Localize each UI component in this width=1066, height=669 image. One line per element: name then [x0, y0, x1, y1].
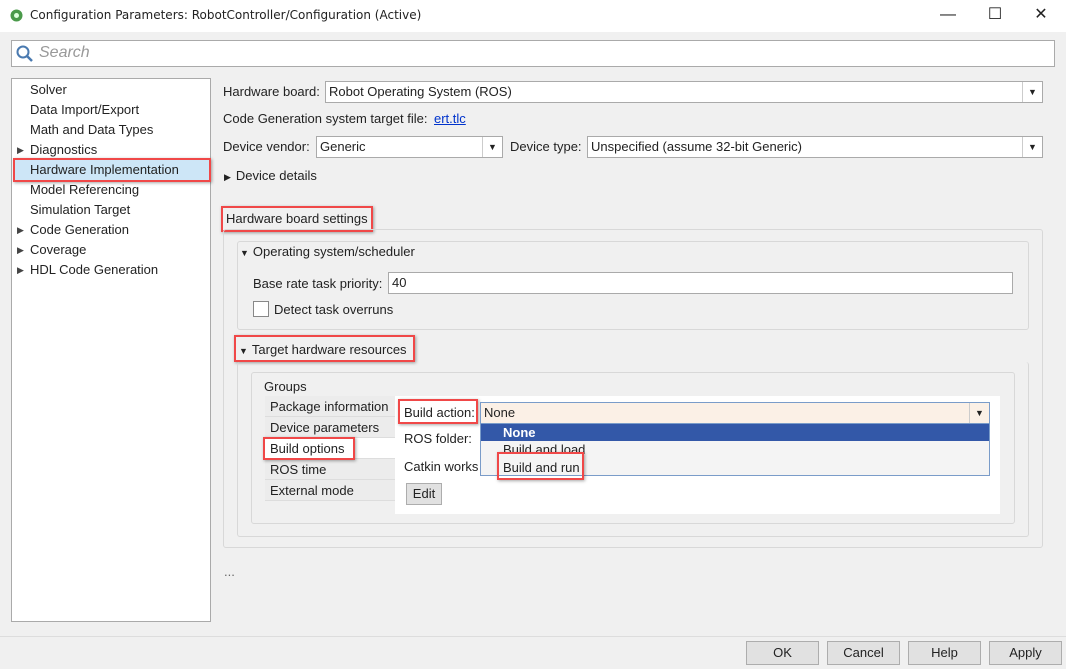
- codegen-label: Code Generation system target file:: [223, 111, 428, 126]
- os-scheduler-toggle[interactable]: ▼ Operating system/scheduler: [240, 244, 415, 259]
- tree-item-label: Coverage: [30, 242, 87, 257]
- tree-item-data-import-export[interactable]: Data Import/Export: [30, 100, 139, 120]
- select-value: Generic: [320, 139, 366, 154]
- expand-arrow-icon[interactable]: ▶: [17, 220, 24, 240]
- expand-arrow-icon[interactable]: ▶: [17, 240, 24, 260]
- group-label: ROS time: [270, 462, 327, 477]
- tree-item-model-referencing[interactable]: Model Referencing: [30, 180, 139, 200]
- select-value: Unspecified (assume 32-bit Generic): [591, 139, 802, 154]
- chevron-down-icon: ▼: [1022, 82, 1042, 102]
- groups-label: Groups: [264, 379, 307, 394]
- annotation-highlight: [497, 452, 584, 480]
- annotation-highlight: [263, 437, 355, 460]
- tree-item-label: Diagnostics: [30, 142, 98, 157]
- tree-item-label: Math and Data Types: [30, 122, 154, 137]
- build-action-select[interactable]: None ▼: [480, 402, 990, 424]
- apply-button[interactable]: Apply: [989, 641, 1062, 665]
- select-value: Robot Operating System (ROS): [329, 84, 512, 99]
- base-rate-label: Base rate task priority:: [253, 276, 383, 291]
- group-label: External mode: [270, 483, 354, 498]
- ellipsis: ...: [224, 564, 235, 579]
- annotation-highlight: [13, 158, 211, 182]
- expand-arrow-icon: ▶: [224, 172, 231, 182]
- tree-item-label: Simulation Target: [30, 202, 131, 217]
- footer-divider: [0, 636, 1066, 637]
- tree-item-simulation-target[interactable]: Simulation Target: [30, 200, 130, 220]
- catkin-workspace-label: Catkin works: [404, 459, 479, 474]
- device-vendor-label: Device vendor:: [223, 139, 310, 154]
- device-details-label: Device details: [235, 168, 317, 183]
- expand-arrow-icon[interactable]: ▶: [17, 260, 24, 280]
- device-type-label: Device type:: [510, 139, 582, 154]
- ros-folder-label: ROS folder:: [404, 431, 472, 446]
- annotation-highlight: [398, 399, 478, 424]
- simulink-gear-icon: [10, 9, 23, 22]
- search-placeholder: Search: [39, 44, 90, 61]
- annotation-highlight: [234, 335, 415, 362]
- hardware-board-select[interactable]: Robot Operating System (ROS) ▼: [325, 81, 1043, 103]
- input-value: 40: [392, 275, 407, 290]
- chevron-down-icon: ▼: [482, 137, 502, 157]
- tree-item-label: Model Referencing: [30, 182, 140, 197]
- detect-overruns-checkbox[interactable]: [253, 301, 269, 317]
- device-type-select[interactable]: Unspecified (assume 32-bit Generic) ▼: [587, 136, 1043, 158]
- tree-item-hdl-code-generation[interactable]: ▶ HDL Code Generation: [17, 260, 159, 280]
- select-value: None: [484, 405, 516, 420]
- group-external-mode[interactable]: External mode: [265, 480, 395, 501]
- edit-button[interactable]: Edit: [406, 483, 442, 505]
- title-bar: Configuration Parameters: RobotControlle…: [0, 0, 1066, 32]
- tree-item-label: HDL Code Generation: [30, 262, 159, 277]
- search-icon: [16, 45, 33, 62]
- group-device-parameters[interactable]: Device parameters: [265, 417, 395, 438]
- base-rate-input[interactable]: 40: [388, 272, 1013, 294]
- tree-item-code-generation[interactable]: ▶ Code Generation: [17, 220, 130, 240]
- group-label: Device parameters: [270, 420, 380, 435]
- minimize-button[interactable]: —: [925, 0, 971, 32]
- expand-arrow-icon[interactable]: ▶: [17, 140, 24, 160]
- window-title: Configuration Parameters: RobotControlle…: [30, 8, 422, 22]
- hardware-board-label: Hardware board:: [223, 84, 320, 99]
- close-button[interactable]: ✕: [1018, 0, 1064, 32]
- device-vendor-select[interactable]: Generic ▼: [316, 136, 503, 158]
- option-none[interactable]: None: [481, 424, 989, 441]
- detect-overruns-label: Detect task overruns: [274, 302, 394, 317]
- tree-item-diagnostics[interactable]: ▶ Diagnostics: [17, 140, 98, 160]
- tree-item-coverage[interactable]: ▶ Coverage: [17, 240, 87, 260]
- help-button[interactable]: Help: [908, 641, 981, 665]
- collapse-arrow-icon: ▼: [240, 248, 249, 258]
- maximize-button[interactable]: ☐: [972, 0, 1018, 32]
- os-scheduler-label: Operating system/scheduler: [252, 244, 415, 259]
- tree-item-solver[interactable]: Solver: [30, 80, 67, 100]
- group-label: Package information: [270, 399, 389, 414]
- tree-item-math-data-types[interactable]: Math and Data Types: [30, 120, 153, 140]
- search-input[interactable]: Search: [11, 40, 1055, 67]
- chevron-down-icon: ▼: [1022, 137, 1042, 157]
- ert-tlc-link[interactable]: ert.tlc: [434, 111, 466, 126]
- tree-item-label: Code Generation: [30, 222, 130, 237]
- cancel-button[interactable]: Cancel: [827, 641, 900, 665]
- tree-item-label: Data Import/Export: [30, 102, 140, 117]
- group-ros-time[interactable]: ROS time: [265, 459, 395, 480]
- group-package-information[interactable]: Package information: [265, 396, 395, 417]
- tree-item-label: Solver: [30, 82, 67, 97]
- device-details-toggle[interactable]: ▶ Device details: [224, 168, 317, 183]
- chevron-down-icon: ▼: [969, 403, 989, 423]
- ok-button[interactable]: OK: [746, 641, 819, 665]
